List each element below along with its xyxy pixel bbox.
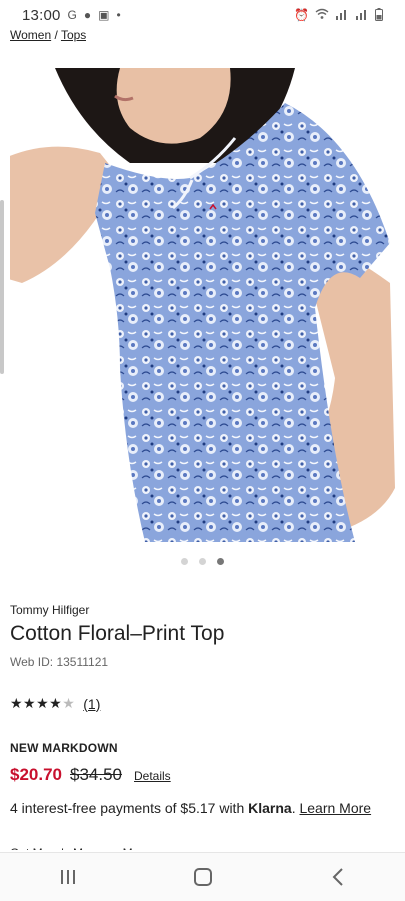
price-row: $20.70 $34.50 Details bbox=[10, 765, 171, 785]
rating[interactable]: ★★★★★ (1) bbox=[10, 695, 100, 712]
alarm-icon: ⏰ bbox=[294, 8, 309, 22]
product-title: Cotton Floral–Print Top bbox=[10, 622, 225, 645]
screenshot-icon: ▣ bbox=[98, 8, 110, 22]
sale-price: $20.70 bbox=[10, 765, 62, 784]
web-id: Web ID: 13511121 bbox=[10, 655, 109, 669]
breadcrumb: Women / Tops bbox=[10, 26, 86, 42]
back-chevron-icon bbox=[332, 868, 343, 886]
breadcrumb-separator: / bbox=[54, 28, 58, 42]
original-price: $34.50 bbox=[70, 765, 122, 784]
recent-apps-icon bbox=[60, 870, 75, 884]
klarna-logo: Klarna bbox=[248, 800, 292, 816]
android-nav-bar bbox=[0, 852, 405, 901]
klarna-payments: 4 interest-free payments of $5.17 with K… bbox=[10, 800, 371, 816]
dot-icon: • bbox=[116, 8, 121, 22]
learn-more-link[interactable]: Learn More bbox=[299, 800, 371, 816]
home-icon bbox=[193, 868, 212, 886]
signal-icon bbox=[335, 8, 349, 22]
wifi-icon bbox=[315, 8, 329, 22]
product-image[interactable] bbox=[10, 68, 395, 542]
carousel-dot[interactable] bbox=[181, 558, 188, 565]
macys-money-link[interactable]: Get Macy's Money + More bbox=[10, 842, 150, 850]
home-button[interactable] bbox=[173, 857, 233, 897]
breadcrumb-tops[interactable]: Tops bbox=[61, 28, 86, 42]
markdown-badge: NEW MARKDOWN bbox=[10, 741, 118, 755]
recent-apps-button[interactable] bbox=[38, 857, 98, 897]
status-time: 13:00 bbox=[22, 6, 61, 24]
review-count-link[interactable]: (1) bbox=[83, 696, 100, 712]
carousel-dot[interactable] bbox=[199, 558, 206, 565]
battery-icon bbox=[375, 7, 383, 23]
rating-stars-icon: ★★★★★ bbox=[10, 695, 76, 711]
klarna-prefix: 4 interest-free payments of $5.17 with bbox=[10, 800, 249, 816]
back-button[interactable] bbox=[308, 857, 368, 897]
status-right: ⏰ bbox=[294, 7, 383, 23]
carousel-dots bbox=[0, 558, 405, 565]
google-icon: G bbox=[67, 8, 77, 22]
carousel-dot-active[interactable] bbox=[217, 558, 224, 565]
status-left: 13:00 G ● ▣ • bbox=[22, 7, 121, 24]
account-icon: ● bbox=[83, 8, 92, 22]
signal-icon bbox=[355, 8, 369, 22]
breadcrumb-women[interactable]: Women bbox=[10, 28, 51, 42]
details-link[interactable]: Details bbox=[134, 769, 171, 783]
product-brand[interactable]: Tommy Hilfiger bbox=[10, 603, 89, 617]
scroll-handle[interactable] bbox=[0, 200, 4, 374]
product-photo bbox=[10, 68, 395, 542]
